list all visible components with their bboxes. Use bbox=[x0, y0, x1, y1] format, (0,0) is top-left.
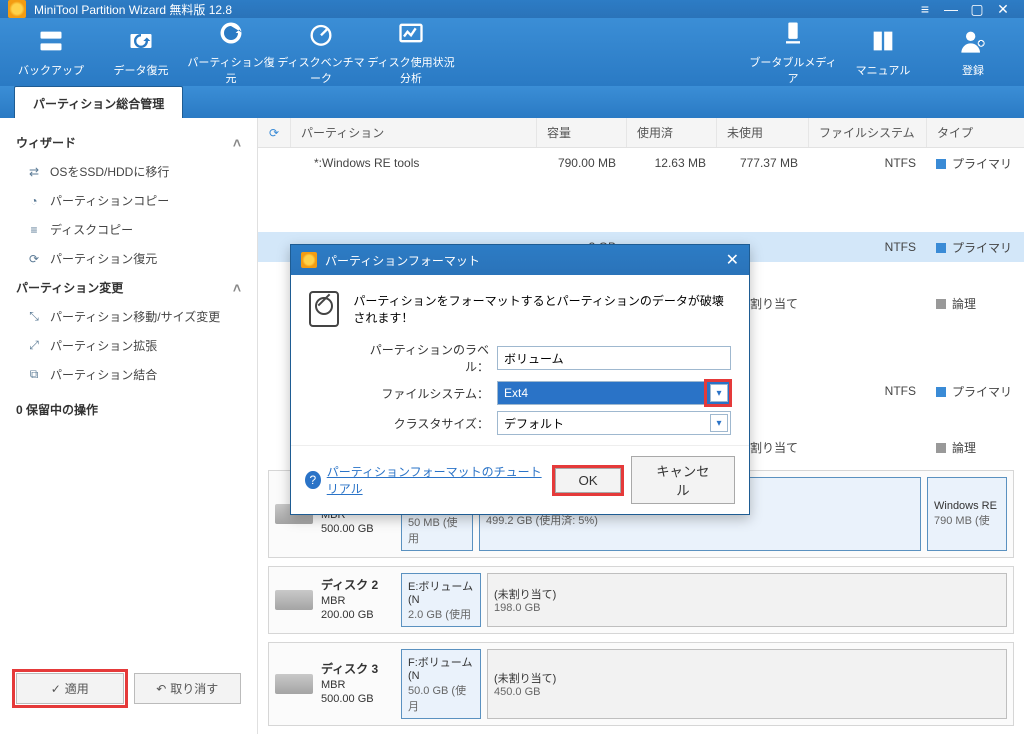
help-icon: ? bbox=[305, 471, 321, 489]
dropdown-arrow-icon[interactable]: ▾ bbox=[710, 384, 728, 402]
warning-text: パーティションをフォーマットするとパーティションのデータが破壊されます！ bbox=[353, 292, 731, 326]
help-link[interactable]: ?パーティションフォーマットのチュートリアル bbox=[305, 463, 545, 497]
dialog-app-icon bbox=[301, 252, 317, 268]
label-filesystem: ファイルシステム： bbox=[359, 385, 489, 402]
dialog-titlebar: パーティションフォーマット ✕ bbox=[291, 245, 749, 275]
dialog-footer: ?パーティションフォーマットのチュートリアル OK キャンセル bbox=[291, 445, 749, 514]
dialog-warning: パーティションをフォーマットするとパーティションのデータが破壊されます！ bbox=[309, 291, 731, 327]
partition-label-input[interactable]: ボリューム bbox=[497, 346, 731, 370]
cluster-size-select[interactable]: デフォルト ▾ bbox=[497, 411, 731, 435]
warning-disk-icon bbox=[309, 291, 339, 327]
dialog-form: パーティションのラベル： ボリューム ファイルシステム： Ext4 ▾ クラスタ… bbox=[309, 341, 731, 435]
ok-button[interactable]: OK bbox=[555, 468, 620, 493]
label-cluster-size: クラスタサイズ： bbox=[359, 415, 489, 432]
dialog-close-button[interactable]: ✕ bbox=[726, 250, 739, 270]
format-dialog: パーティションフォーマット ✕ パーティションをフォーマットするとパーティション… bbox=[290, 244, 750, 515]
filesystem-select[interactable]: Ext4 ▾ bbox=[497, 381, 731, 405]
dialog-mask: パーティションフォーマット ✕ パーティションをフォーマットするとパーティション… bbox=[0, 0, 1024, 729]
dialog-body: パーティションをフォーマットするとパーティションのデータが破壊されます！ パーテ… bbox=[291, 275, 749, 445]
cancel-button[interactable]: キャンセル bbox=[631, 456, 735, 504]
dropdown-arrow-icon[interactable]: ▾ bbox=[710, 414, 728, 432]
label-partition-label: パーティションのラベル： bbox=[359, 341, 489, 375]
dialog-title: パーティションフォーマット bbox=[325, 252, 480, 269]
